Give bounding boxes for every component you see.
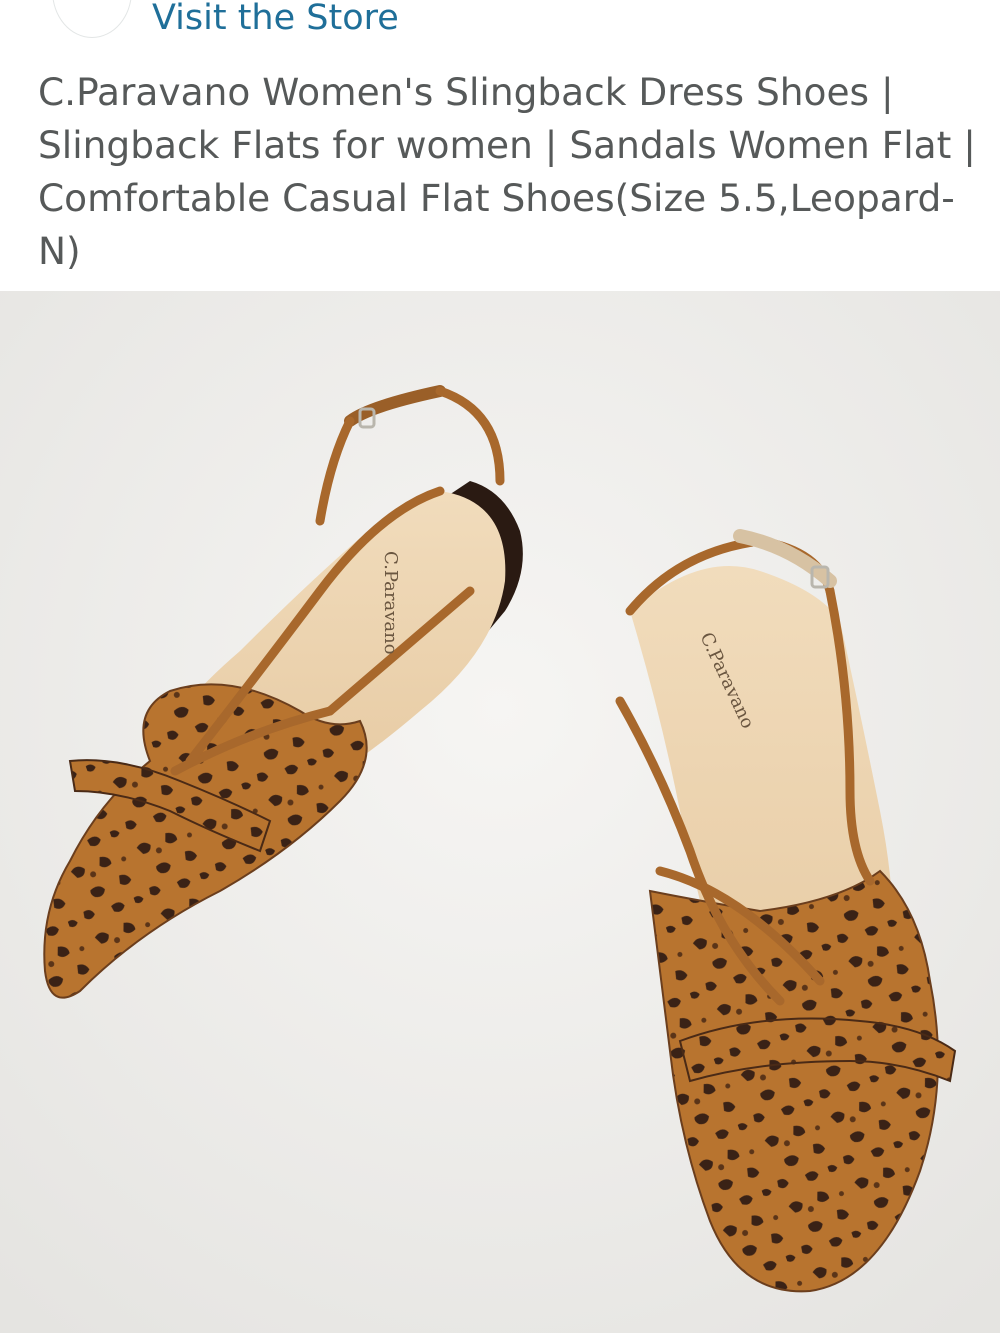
product-title: C.Paravano Women's Slingback Dress Shoes… xyxy=(38,70,976,273)
left-insole-brand: C.Paravano xyxy=(380,551,401,655)
store-logo[interactable] xyxy=(52,0,132,38)
visit-store-link[interactable]: Visit the Store xyxy=(152,0,399,40)
product-image[interactable]: C.Paravano C.Paravano xyxy=(0,291,1000,1333)
store-row: Visit the Store xyxy=(0,0,1000,50)
